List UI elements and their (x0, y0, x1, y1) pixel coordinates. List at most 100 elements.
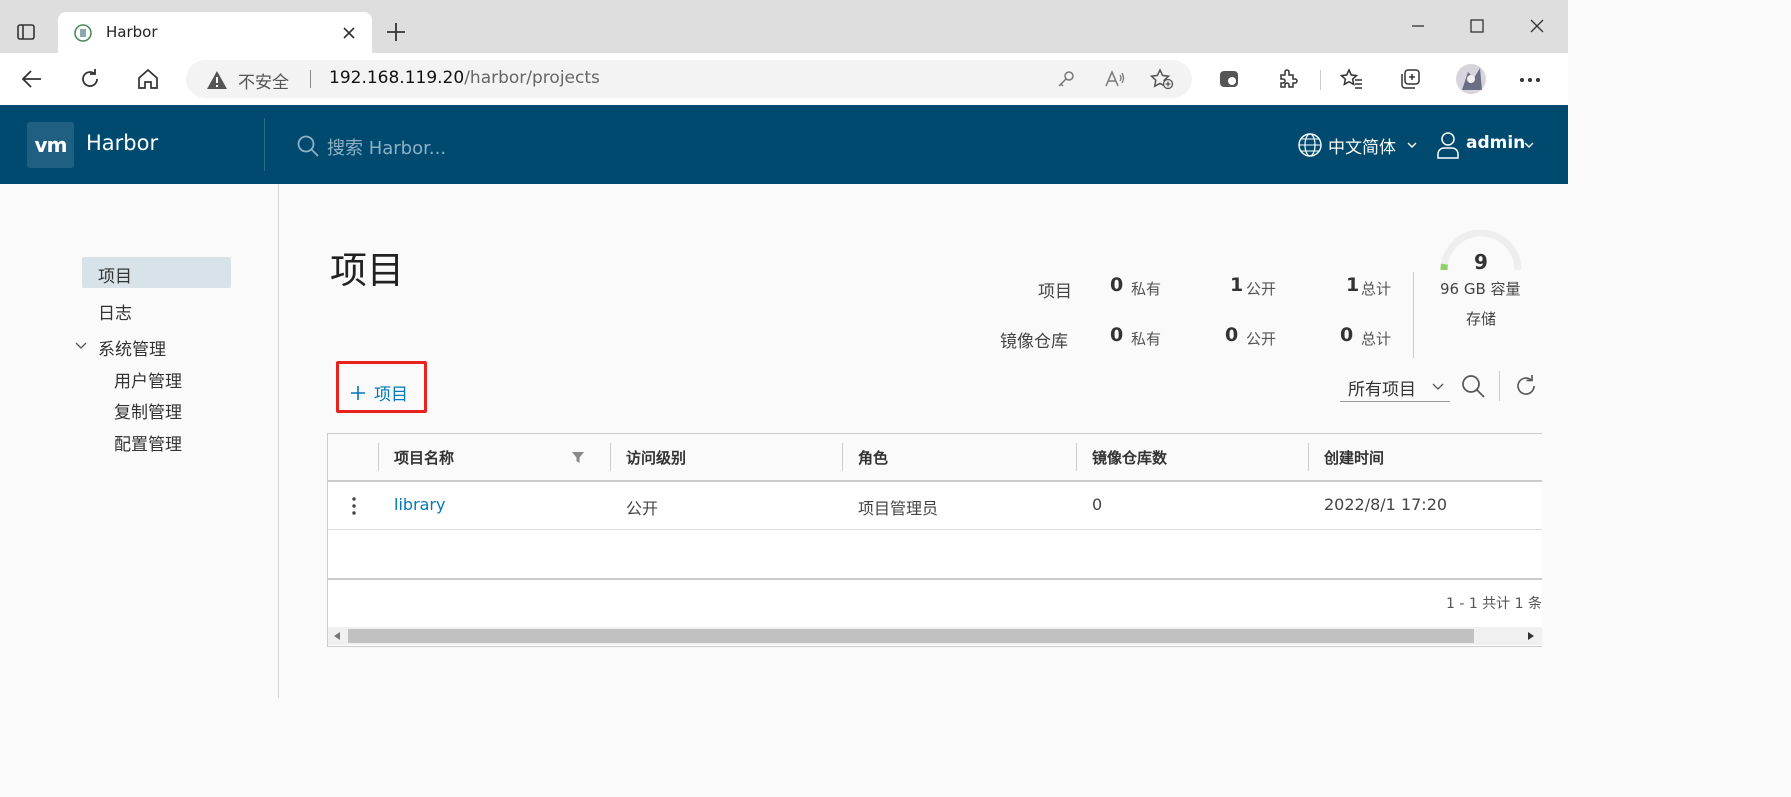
column-separator (842, 443, 843, 471)
project-name-link[interactable]: library (394, 495, 445, 514)
project-created: 2022/8/1 17:20 (1324, 495, 1448, 514)
stat-projects-total: 1 (1346, 274, 1360, 296)
url-divider (310, 70, 311, 88)
collections-icon[interactable] (1398, 68, 1422, 90)
back-icon[interactable] (20, 67, 44, 91)
sidebar: 项目 日志 系统管理 用户管理 复制管理 配置管理 (0, 184, 279, 698)
column-separator (378, 443, 379, 471)
filter-icon[interactable] (572, 452, 584, 463)
column-header-repo-count[interactable]: 镜像仓库数 (1092, 447, 1167, 468)
table-footer-divider (328, 578, 1542, 580)
sidebar-item-replication[interactable]: 复制管理 (114, 398, 182, 423)
search-icon[interactable] (296, 134, 320, 158)
sidebar-item-logs[interactable]: 日志 (98, 299, 132, 324)
language-label: 中文简体 (1328, 138, 1396, 158)
user-icon[interactable] (1436, 131, 1460, 159)
add-favorite-icon[interactable] (1150, 68, 1174, 90)
column-header-name[interactable]: 项目名称 (394, 447, 454, 468)
chevron-down-icon[interactable] (75, 341, 87, 350)
storage-label: 存储 (1466, 310, 1497, 328)
toolbar-divider (1499, 371, 1500, 401)
globe-icon[interactable] (1297, 132, 1323, 158)
column-separator (1076, 443, 1077, 471)
table-row[interactable]: library 公开 项目管理员 0 2022/8/1 17:20 (328, 482, 1542, 530)
read-aloud-icon[interactable] (1104, 69, 1126, 89)
stat-unit-private: 私有 (1131, 280, 1162, 298)
horizontal-scrollbar[interactable] (328, 627, 1542, 645)
more-icon[interactable] (1519, 77, 1541, 83)
storage-count: 9 (1474, 250, 1488, 274)
project-repo-count: 0 (1092, 495, 1103, 514)
favorites-icon[interactable] (1340, 68, 1364, 90)
stat-repos-total: 0 (1340, 324, 1354, 346)
header-divider (264, 118, 265, 171)
global-search-input[interactable]: 搜索 Harbor... (327, 134, 446, 160)
projects-table: 项目名称 访问级别 角色 镜像仓库数 创建时间 library 公开 项目管理员… (327, 433, 1542, 647)
scroll-left-icon[interactable] (334, 632, 340, 640)
refresh-icon[interactable] (78, 67, 102, 91)
stat-unit-public: 公开 (1246, 330, 1277, 348)
close-window-icon[interactable] (1525, 14, 1549, 38)
stat-unit-total: 总计 (1361, 330, 1392, 348)
user-menu[interactable]: admin (1466, 133, 1525, 153)
tab-title: Harbor (106, 23, 158, 41)
url-text[interactable]: 192.168.119.20/harbor/projects (329, 68, 600, 88)
row-actions-icon[interactable] (352, 497, 356, 515)
chevron-down-icon[interactable] (1524, 141, 1534, 149)
scroll-right-icon[interactable] (1528, 632, 1534, 640)
extensions-icon[interactable] (1277, 68, 1299, 90)
url-host: 192.168.119.20 (329, 68, 465, 88)
tab-actions-icon[interactable] (16, 22, 36, 42)
browser-toolbar: 不安全 192.168.119.20/harbor/projects (0, 53, 1568, 106)
url-path: /harbor/projects (464, 68, 600, 88)
project-role: 项目管理员 (858, 499, 939, 518)
close-tab-icon[interactable] (342, 26, 356, 40)
table-header: 项目名称 访问级别 角色 镜像仓库数 创建时间 (328, 434, 1542, 482)
minimize-icon[interactable] (1406, 14, 1430, 38)
app-brand[interactable]: Harbor (86, 131, 158, 155)
maximize-icon[interactable] (1465, 14, 1489, 38)
extension-icon-1[interactable] (1218, 68, 1240, 90)
new-project-label: 项目 (374, 385, 408, 405)
chevron-down-icon (1432, 382, 1444, 391)
column-separator (610, 443, 611, 471)
column-header-role[interactable]: 角色 (858, 447, 888, 468)
home-icon[interactable] (136, 67, 160, 91)
sidebar-item-users[interactable]: 用户管理 (114, 367, 182, 392)
scrollbar-thumb[interactable] (348, 629, 1474, 643)
app-header: vm Harbor 搜索 Harbor... 中文简体 admin (0, 105, 1568, 184)
sidebar-item-configuration[interactable]: 配置管理 (114, 430, 182, 455)
column-header-access[interactable]: 访问级别 (626, 447, 686, 468)
stat-unit-public: 公开 (1246, 280, 1277, 298)
profile-avatar[interactable] (1456, 64, 1486, 94)
browser-tab-strip: Harbor (0, 0, 1568, 53)
stat-projects-private: 0 (1110, 274, 1124, 296)
warning-icon[interactable] (206, 70, 228, 90)
toolbar-divider (1320, 70, 1321, 90)
refresh-icon[interactable] (1514, 374, 1538, 398)
chevron-down-icon[interactable] (1407, 141, 1417, 149)
sidebar-item-label[interactable]: 项目 (98, 262, 132, 287)
filter-value: 所有项目 (1348, 380, 1416, 400)
insecure-label: 不安全 (238, 73, 289, 93)
new-project-button[interactable]: 项目 (350, 380, 408, 405)
stat-repos-label: 镜像仓库 (1000, 332, 1068, 352)
column-header-created[interactable]: 创建时间 (1324, 447, 1384, 468)
page-title: 项目 (330, 249, 404, 292)
stats-divider (1413, 272, 1414, 358)
column-separator (1308, 443, 1309, 471)
harbor-favicon-icon (74, 24, 92, 42)
key-icon[interactable] (1056, 69, 1076, 89)
plus-icon (350, 385, 366, 401)
browser-tab[interactable]: Harbor (58, 12, 372, 53)
project-access: 公开 (626, 499, 659, 518)
project-filter-select[interactable]: 所有项目 (1340, 375, 1450, 402)
storage-capacity: 96 GB 容量 (1440, 280, 1521, 298)
language-selector[interactable]: 中文简体 (1328, 133, 1396, 158)
vmware-logo[interactable]: vm (27, 122, 74, 168)
stat-repos-private: 0 (1110, 324, 1124, 346)
search-icon[interactable] (1460, 373, 1486, 399)
pagination-info: 1 - 1 共计 1 条 (1445, 596, 1542, 612)
new-tab-icon[interactable] (385, 21, 407, 43)
sidebar-item-admin[interactable]: 系统管理 (98, 335, 166, 360)
